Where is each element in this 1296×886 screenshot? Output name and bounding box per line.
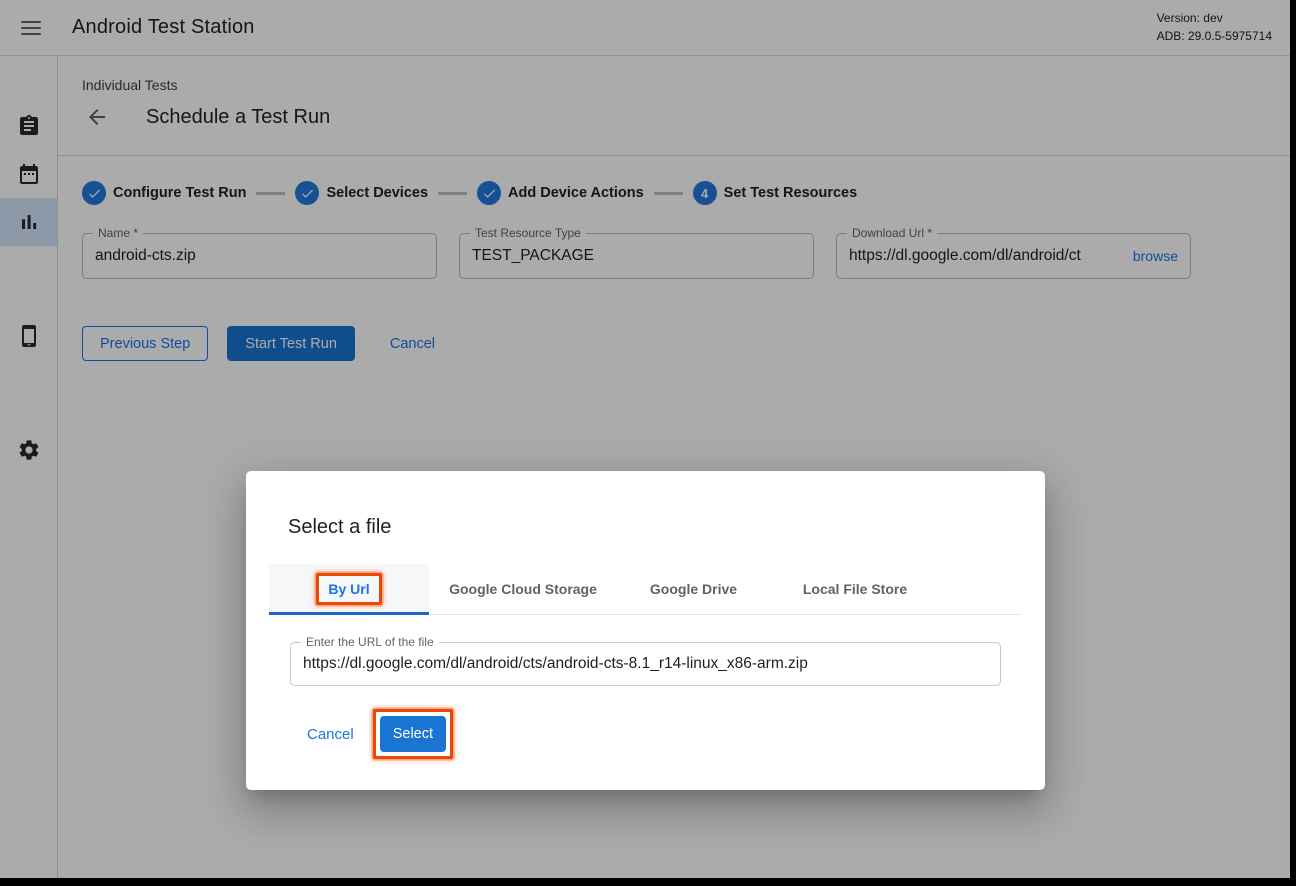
annotation-box-by-url: By Url (316, 573, 381, 605)
tab-label: Google Drive (650, 581, 737, 597)
dialog-select-button[interactable]: Select (380, 716, 446, 752)
annotation-box-select: Select (373, 709, 453, 759)
file-url-input[interactable] (303, 655, 988, 673)
tab-label: By Url (328, 581, 369, 597)
dialog-actions: Cancel Select (307, 709, 1045, 759)
active-tab-ink-bar (269, 612, 429, 615)
tab-label: Google Cloud Storage (449, 581, 597, 597)
tab-google-cloud-storage[interactable]: Google Cloud Storage (429, 564, 617, 614)
dialog-title: Select a file (288, 516, 1045, 539)
dialog-cancel-button[interactable]: Cancel (307, 726, 354, 743)
screen-frame: Android Test Station Version: dev ADB: 2… (0, 0, 1296, 886)
file-source-tabs: By Url Google Cloud Storage Google Drive… (269, 564, 1022, 615)
url-field-label: Enter the URL of the file (301, 635, 439, 649)
select-file-dialog: Select a file By Url Google Cloud Storag… (246, 471, 1045, 790)
tab-label: Local File Store (803, 581, 907, 597)
tab-by-url[interactable]: By Url (269, 564, 429, 614)
tab-local-file-store[interactable]: Local File Store (770, 564, 940, 614)
tab-google-drive[interactable]: Google Drive (617, 564, 770, 614)
url-field-container: Enter the URL of the file (290, 642, 1001, 686)
